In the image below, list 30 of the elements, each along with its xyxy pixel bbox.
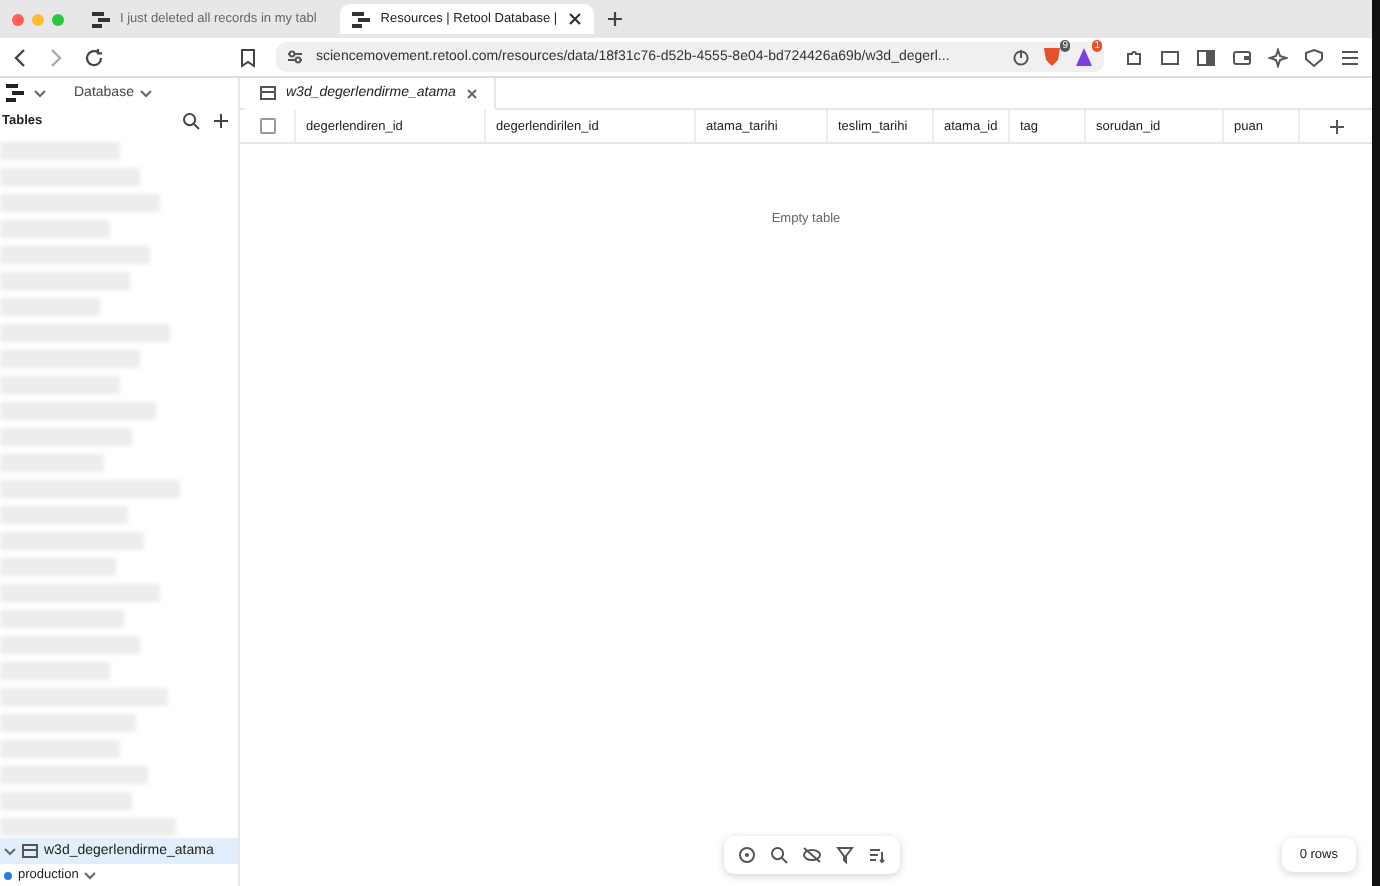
hidden-eye-icon[interactable]: [802, 846, 822, 864]
window-icon[interactable]: [1160, 47, 1180, 67]
search-icon[interactable]: [182, 111, 200, 129]
menu-icon[interactable]: [1340, 47, 1360, 67]
new-tab-icon[interactable]: [605, 10, 624, 28]
back-icon[interactable]: [12, 47, 28, 67]
bookmark-icon[interactable]: [240, 47, 256, 67]
caret-icon: [4, 847, 16, 855]
site-settings-icon[interactable]: [286, 48, 304, 66]
caret-icon: [84, 871, 97, 879]
table-icon: [22, 844, 38, 858]
close-icon[interactable]: [567, 12, 582, 26]
logo-icon[interactable]: [6, 84, 26, 102]
wallet-icon[interactable]: [1232, 47, 1252, 67]
add-icon[interactable]: [212, 111, 230, 129]
filter-icon[interactable]: [836, 846, 854, 864]
caret-icon[interactable]: [34, 89, 46, 97]
favicon-icon: [352, 10, 371, 28]
sort-icon[interactable]: [868, 846, 886, 864]
caret-icon: [139, 89, 152, 97]
table-icon: [260, 86, 276, 100]
close-icon[interactable]: [465, 87, 478, 99]
reload-icon[interactable]: [84, 47, 104, 67]
select-all-checkbox[interactable]: [259, 118, 275, 134]
search-icon[interactable]: [770, 846, 788, 864]
add-column-icon[interactable]: [1327, 117, 1345, 135]
sparkle-icon[interactable]: [1268, 47, 1288, 67]
favicon-icon: [92, 10, 110, 28]
vpn-icon[interactable]: [1304, 47, 1324, 67]
sidebar-icon[interactable]: [1196, 47, 1216, 67]
